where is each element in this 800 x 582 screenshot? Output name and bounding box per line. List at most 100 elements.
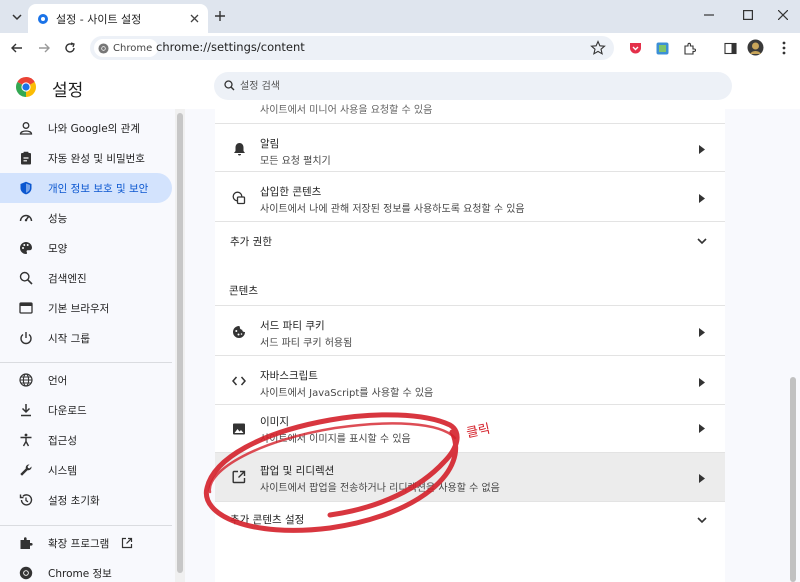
sidebar-item-label: 자동 완성 및 비밀번호 [48,152,145,165]
sidebar-scrollbar[interactable] [175,109,185,582]
settings-search[interactable] [214,72,732,100]
sidebar-item-about-chrome[interactable]: Chrome 정보 [0,558,172,582]
palette-icon [18,240,34,256]
row-more-content-settings[interactable]: 추가 콘텐츠 설정 [215,501,725,541]
sidebar-item-on-startup[interactable]: 시작 그룹 [0,323,172,353]
sidebar-item-label: 시스템 [48,464,77,477]
close-icon [190,14,198,23]
sidebar-item-label: 확장 프로그램 [48,537,110,550]
popup-icon [231,469,247,485]
sidebar-item-languages[interactable]: 언어 [0,365,172,395]
maximize-button[interactable] [736,5,760,25]
sidebar-item-search-engine[interactable]: 검색엔진 [0,263,172,293]
sidebar-item-reset[interactable]: 설정 초기화 [0,485,172,515]
tab-search-button[interactable] [6,6,28,28]
chevron-down-icon [695,235,709,247]
chrome-icon [98,42,109,54]
row-title: 삽입한 콘텐츠 [260,186,322,198]
row-notifications[interactable]: 알림 모든 요청 펼치기 [215,123,725,171]
sidebar-item-downloads[interactable]: 다운로드 [0,395,172,425]
url-text[interactable]: chrome://settings/content [156,40,305,54]
sidebar-item-default-browser[interactable]: 기본 브라우저 [0,293,172,323]
row-javascript[interactable]: 자바스크립트 사이트에서 JavaScript를 사용할 수 있음 [215,355,725,404]
cookie-icon [231,324,247,340]
forward-button[interactable] [34,38,54,58]
wrench-icon [18,462,34,478]
row-subtitle: 모든 요청 펼치기 [260,156,331,167]
download-icon [18,402,34,418]
row-popups-redirects[interactable]: 팝업 및 리디렉션 사이트에서 팝업을 전송하거나 리디렉션을 사용할 수 없음 [215,452,725,501]
sidebar-item-accessibility[interactable]: 접근성 [0,425,172,455]
sidebar-item-appearance[interactable]: 모양 [0,233,172,263]
extension-sheets-button[interactable] [654,40,670,56]
reload-icon [65,42,75,53]
plus-icon [215,11,225,21]
image-icon [231,421,247,437]
site-chip-label: Chrome [113,42,153,54]
row-subtitle: 사이트에서 JavaScript를 사용할 수 있음 [260,388,434,399]
chrome-menu-button[interactable] [776,40,792,56]
minimize-button[interactable] [697,5,721,25]
puzzle-icon [683,42,696,55]
bell-icon [231,141,247,157]
reset-icon [18,492,34,508]
bookmark-star-icon[interactable] [590,40,606,56]
row-third-party-cookies[interactable]: 서드 파티 쿠키 서드 파티 쿠키 허용됨 [215,305,725,355]
site-info-chip[interactable]: Chrome [94,39,159,57]
main-scrollbar[interactable] [786,109,800,582]
search-input[interactable] [240,77,640,95]
open-in-new-icon [122,537,133,549]
tab-settings[interactable]: 설정 - 사이트 설정 [28,4,208,33]
speedometer-icon [18,210,34,226]
row-embedded-content[interactable]: 삽입한 콘텐츠 사이트에서 나에 관해 저장된 정보를 사용하도록 요청할 수 … [215,171,725,221]
row-title: 서드 파티 쿠키 [260,320,325,332]
chrome-logo-icon [16,77,36,97]
content-section-heading: 콘텐츠 [229,285,258,297]
back-button[interactable] [7,38,27,58]
close-icon [778,10,788,20]
partial-row-subtitle: 사이트에서 미니어 사용을 요청할 수 있음 [260,105,433,116]
sidebar-item-privacy[interactable]: 개인 정보 보호 및 보안 [0,173,172,203]
tab-title: 설정 - 사이트 설정 [56,12,142,26]
puzzle-icon [18,535,34,551]
address-bar[interactable]: Chrome chrome://settings/content [90,36,614,60]
sidebar-item-you-and-google[interactable]: 나와 Google의 관계 [0,113,172,143]
tab-close-button[interactable] [186,11,202,27]
main-scrollbar-thumb[interactable] [790,377,796,582]
settings-sidebar: 나와 Google의 관계 자동 완성 및 비밀번호 개인 정보 보호 및 보안… [0,109,175,582]
arrow-left-icon [11,43,22,53]
more-vert-icon [782,41,786,55]
clipboard-icon [18,150,34,166]
chevron-right-icon [697,376,707,388]
row-title: 팝업 및 리디렉션 [260,465,335,477]
tab-strip: 설정 - 사이트 설정 [0,0,800,33]
sidebar-item-system[interactable]: 시스템 [0,455,172,485]
sidebar-item-performance[interactable]: 성능 [0,203,172,233]
row-more-permissions[interactable]: 추가 권한 [215,221,725,259]
new-tab-button[interactable] [210,6,230,26]
chevron-right-icon [697,472,707,484]
chevron-right-icon [697,143,707,155]
sidebar-item-autofill[interactable]: 자동 완성 및 비밀번호 [0,143,172,173]
settings-body: 나와 Google의 관계 자동 완성 및 비밀번호 개인 정보 보호 및 보안… [0,105,800,582]
code-icon [231,373,247,389]
search-icon [224,80,235,91]
accessibility-icon [18,432,34,448]
row-title: 알림 [260,138,280,150]
pocket-icon [629,42,641,53]
sidebar-item-extensions[interactable]: 확장 프로그램 [0,528,172,558]
chevron-down-icon [695,514,709,526]
extension-pocket-button[interactable] [627,40,643,56]
profile-avatar[interactable] [746,38,764,56]
reload-button[interactable] [60,38,80,58]
extensions-button[interactable] [681,40,697,56]
power-icon [18,330,34,346]
row-subtitle: 사이트에서 이미지를 표시할 수 있음 [260,434,411,445]
page-title: 설정 [52,81,84,101]
person-icon [18,120,34,136]
side-panel-button[interactable] [722,40,738,56]
close-window-button[interactable] [771,5,795,25]
row-subtitle: 서드 파티 쿠키 허용됨 [260,338,353,349]
sidebar-scrollbar-thumb[interactable] [177,113,183,573]
chrome-icon [18,565,34,581]
